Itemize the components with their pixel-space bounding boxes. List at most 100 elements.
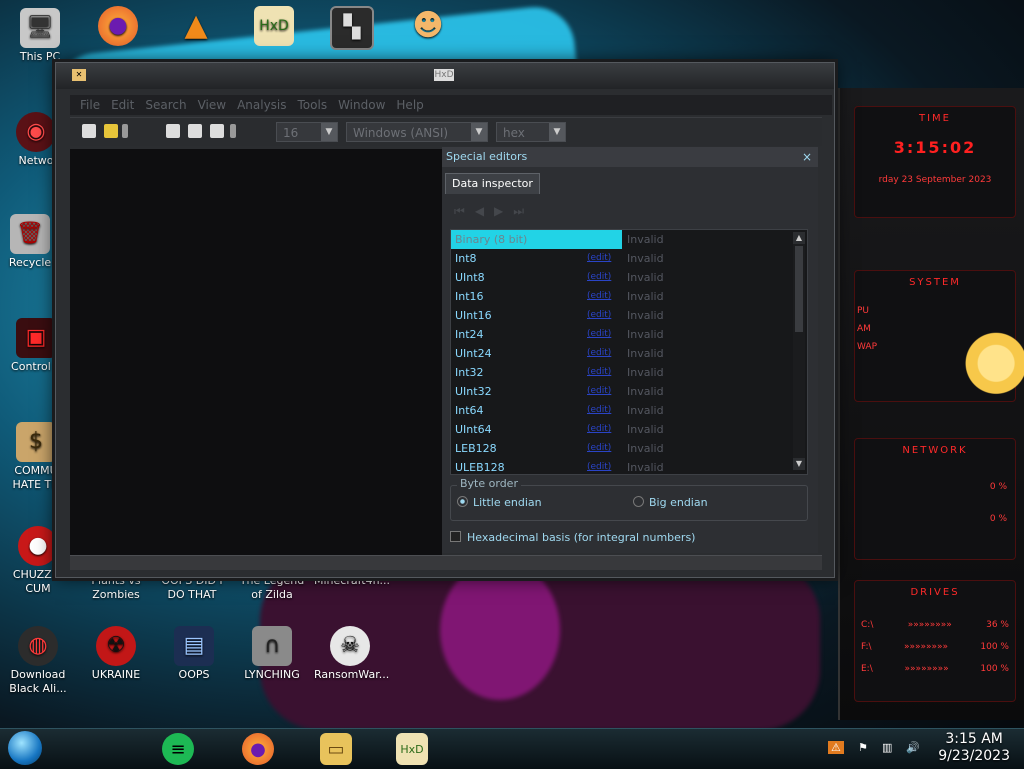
menu-edit[interactable]: Edit <box>111 95 134 115</box>
flag-icon[interactable]: ⚑ <box>858 741 868 754</box>
edit-link[interactable]: (edit) <box>587 439 611 458</box>
firefox-icon: ● <box>98 6 138 46</box>
start-button[interactable] <box>8 731 42 765</box>
desktop-icon-legend-of-zilda[interactable]: The Legend of Zilda <box>236 574 308 602</box>
first-record-icon[interactable]: ⏮ <box>454 204 465 219</box>
table-row[interactable]: Int32 (edit) Invalid <box>451 363 791 382</box>
desktop-icon-lynching[interactable]: ∩ LYNCHING <box>236 626 308 682</box>
firefox-icon[interactable]: ● <box>242 733 274 765</box>
table-row[interactable]: Binary (8 bit) Invalid <box>451 230 791 249</box>
desktop-icon-download-black-alien[interactable]: ◍ Download Black Ali... <box>2 626 74 696</box>
control-panel-icon: ▣ <box>16 318 56 358</box>
byte-order-group: Byte order Little endian Big endian <box>450 477 808 521</box>
table-row[interactable]: UInt8 (edit) Invalid <box>451 268 791 287</box>
big-endian-radio[interactable]: Big endian <box>633 496 708 509</box>
data-inspector-grid[interactable]: Binary (8 bit) Invalid Int8 (edit) Inval… <box>450 229 808 475</box>
scroll-down-icon[interactable]: ▼ <box>793 458 805 470</box>
edit-link[interactable]: (edit) <box>587 306 611 325</box>
table-row[interactable]: UInt32 (edit) Invalid <box>451 382 791 401</box>
menu-analysis[interactable]: Analysis <box>237 95 286 115</box>
desktop-icon-firefox[interactable]: ● <box>82 6 154 48</box>
radio-selected-icon <box>457 496 468 507</box>
desktop-icon-ransomware[interactable]: ☠ RansomWar... <box>314 626 389 682</box>
spotify-icon[interactable]: ≡ <box>162 733 194 765</box>
gadget-drive-row: E:\»»»»»»»» 100 % <box>861 664 1009 674</box>
special-editors-panel: Special editors × Data inspector ⏮ ◀ ▶ ⏭… <box>442 147 818 553</box>
desktop-icon-this-pc[interactable]: 🖥 This PC <box>4 8 76 64</box>
scroll-up-icon[interactable]: ▲ <box>793 232 805 244</box>
edit-link[interactable]: (edit) <box>587 344 611 363</box>
edit-link[interactable]: (edit) <box>587 268 611 287</box>
menu-tools[interactable]: Tools <box>298 95 328 115</box>
properties-icon[interactable] <box>210 124 224 138</box>
new-file-icon[interactable] <box>82 124 96 138</box>
hxd-icon: HxD <box>254 6 294 46</box>
desktop-icon-user[interactable]: ☻ <box>392 6 464 48</box>
bytes-per-row-select[interactable]: 16 ▼ <box>276 122 338 142</box>
desktop-icon-app[interactable]: ▚ <box>316 6 388 52</box>
edit-link[interactable]: (edit) <box>587 363 611 382</box>
desktop-icon-plants-vs-zombies[interactable]: Plants vs Zombies <box>80 574 152 602</box>
next-record-icon[interactable]: ▶ <box>494 204 503 219</box>
tab-data-inspector[interactable]: Data inspector <box>445 173 540 194</box>
table-row[interactable]: UInt24 (edit) Invalid <box>451 344 791 363</box>
notification-icon[interactable]: ⚠ <box>828 741 844 754</box>
edit-link[interactable]: (edit) <box>587 287 611 306</box>
menu-search[interactable]: Search <box>145 95 186 115</box>
table-row[interactable]: Int64 (edit) Invalid <box>451 401 791 420</box>
edit-link[interactable]: (edit) <box>587 382 611 401</box>
table-row[interactable]: Int16 (edit) Invalid <box>451 287 791 306</box>
charset-select[interactable]: Windows (ANSI) ▼ <box>346 122 488 142</box>
menu-view[interactable]: View <box>198 95 226 115</box>
desktop-icon-oops[interactable]: ▤ OOPS <box>158 626 230 682</box>
taskbar: ≡ ● ▭ HxD ⚠ ⚑ ▥ 🔊 3:15 AM 9/23/2023 <box>0 728 1024 769</box>
desktop-icon-oops-did-i[interactable]: OOPS DID I DO THAT <box>156 574 228 602</box>
hex-editor-area[interactable] <box>70 149 442 555</box>
close-icon[interactable]: × <box>802 147 812 167</box>
table-row[interactable]: UInt64 (edit) Invalid <box>451 420 791 439</box>
system-clock[interactable]: 3:15 AM 9/23/2023 <box>938 731 1010 765</box>
table-row[interactable]: Int8 (edit) Invalid <box>451 249 791 268</box>
wallpaper-shape <box>440 560 560 700</box>
app-icon[interactable]: ✕ <box>72 69 86 81</box>
edit-link[interactable]: (edit) <box>587 325 611 344</box>
table-row[interactable]: LEB128 (edit) Invalid <box>451 439 791 458</box>
open-folder-icon[interactable] <box>104 124 118 138</box>
desktop-icon-vlc[interactable]: ▲ <box>160 6 232 48</box>
hex-basis-checkbox[interactable]: Hexadecimal basis (for integral numbers) <box>450 531 695 544</box>
desktop-icon-hxd[interactable]: HxD <box>238 6 310 48</box>
little-endian-radio[interactable]: Little endian <box>457 496 542 509</box>
lynching-icon: ∩ <box>252 626 292 666</box>
last-record-icon[interactable]: ⏭ <box>513 204 524 219</box>
dropdown-arrow-icon[interactable] <box>230 124 236 138</box>
dropdown-arrow-icon[interactable] <box>122 124 128 138</box>
volume-icon[interactable]: 🔊 <box>906 741 920 754</box>
desktop-icon-ukraine[interactable]: ☢ UKRAINE <box>80 626 152 682</box>
offset-base-select[interactable]: hex ▼ <box>496 122 566 142</box>
gadget-time-panel: TIME 3:15:02 rday 23 September 2023 <box>854 106 1016 218</box>
clock-date: 9/23/2023 <box>938 748 1010 764</box>
menu-window[interactable]: Window <box>338 95 385 115</box>
hxd-icon[interactable]: HxD <box>396 733 428 765</box>
prev-record-icon[interactable]: ◀ <box>475 204 484 219</box>
network-icon[interactable]: ▥ <box>882 741 892 754</box>
edit-link[interactable]: (edit) <box>587 458 611 474</box>
edit-link[interactable]: (edit) <box>587 420 611 439</box>
table-row[interactable]: ULEB128 (edit) Invalid <box>451 458 791 474</box>
file-explorer-icon[interactable]: ▭ <box>320 733 352 765</box>
save-all-icon[interactable] <box>188 124 202 138</box>
hxd-window[interactable]: ✕ HxD File Edit Search View Analysis Too… <box>55 62 835 578</box>
status-bar <box>70 555 822 570</box>
pc-icon: 🖥 <box>20 8 60 48</box>
network-icon: ◉ <box>16 112 56 152</box>
menu-file[interactable]: File <box>80 95 100 115</box>
vertical-scrollbar[interactable]: ▲ ▼ <box>793 232 805 470</box>
edit-link[interactable]: (edit) <box>587 249 611 268</box>
title-bar[interactable]: ✕ HxD <box>56 63 834 89</box>
table-row[interactable]: UInt16 (edit) Invalid <box>451 306 791 325</box>
save-icon[interactable] <box>166 124 180 138</box>
table-row[interactable]: Int24 (edit) Invalid <box>451 325 791 344</box>
menu-help[interactable]: Help <box>396 95 423 115</box>
scroll-thumb[interactable] <box>795 246 803 332</box>
edit-link[interactable]: (edit) <box>587 401 611 420</box>
